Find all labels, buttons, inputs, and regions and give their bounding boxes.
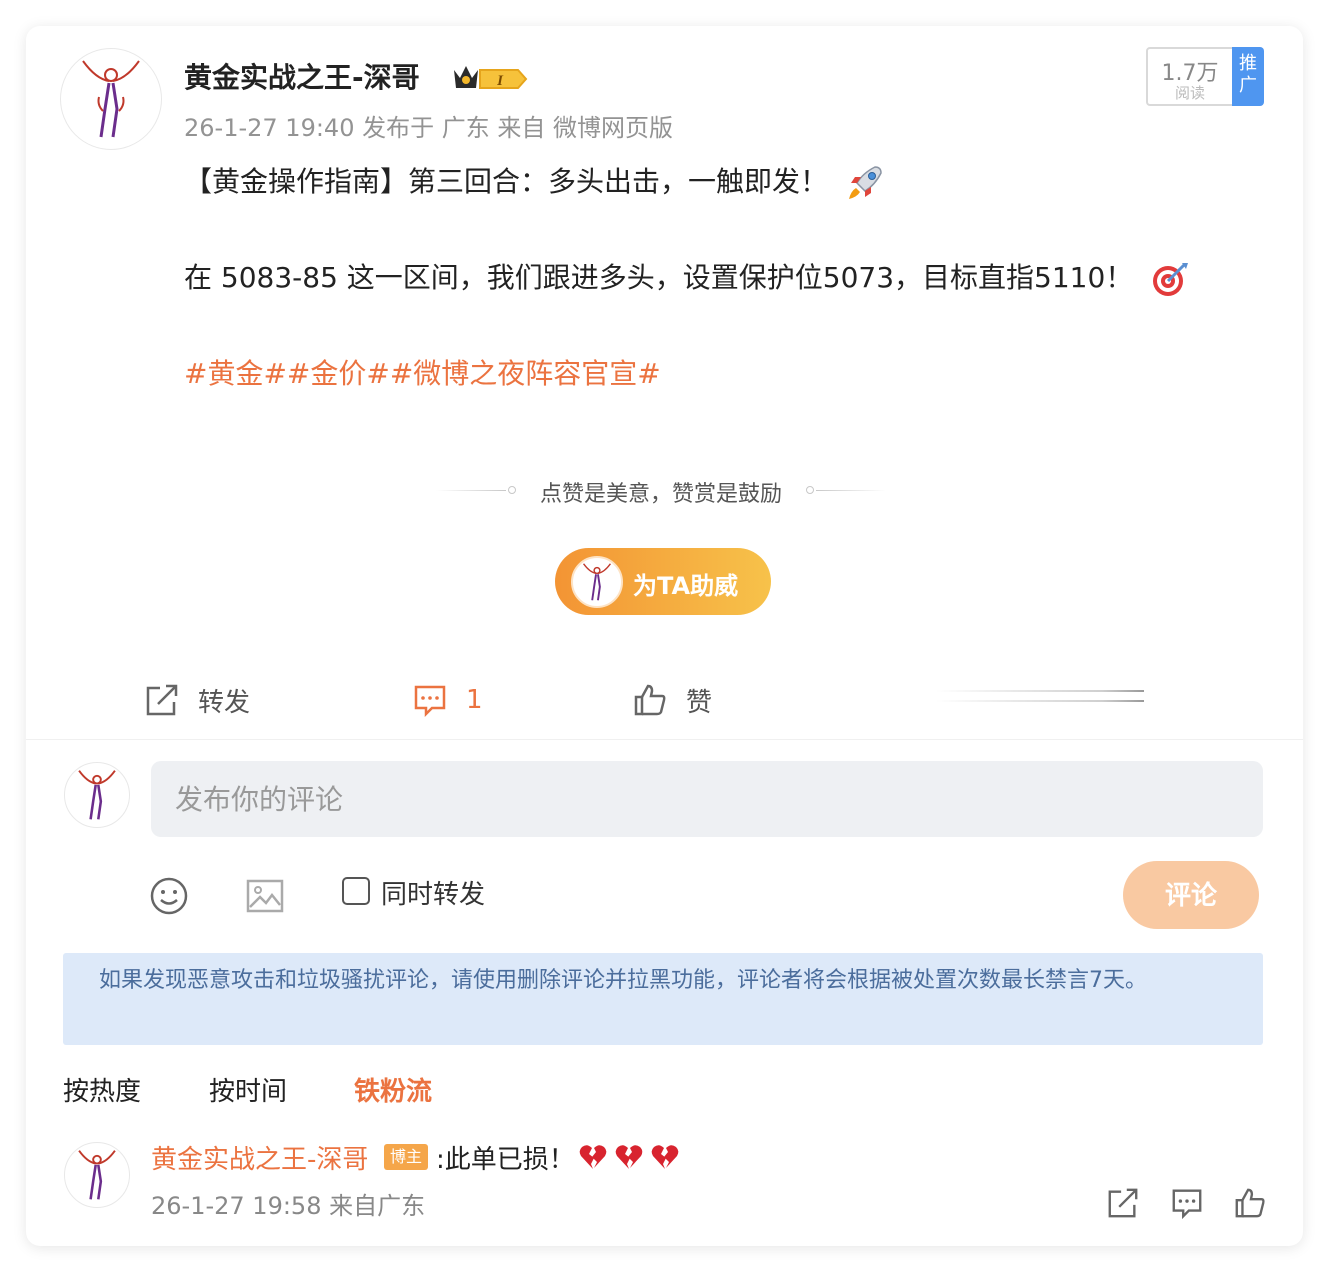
- author-badge: 博主: [384, 1144, 428, 1170]
- thumbs-up-icon: [1235, 1188, 1265, 1218]
- author-name[interactable]: 黄金实战之王-深哥: [184, 56, 420, 96]
- crown-badge-icon: I: [454, 66, 528, 89]
- figure-avatar-icon: [82, 60, 140, 138]
- reply-text: :此单已损！: [436, 1145, 575, 1175]
- tab-sort-time[interactable]: 按时间: [209, 1071, 287, 1108]
- thumbs-up-icon: [634, 684, 666, 716]
- moderation-notice: 如果发现恶意攻击和垃圾骚扰评论，请使用删除评论并拉黑功能，评论者将会根据被处置次…: [63, 953, 1263, 1045]
- smiley-icon: [150, 877, 188, 915]
- read-count-box: 1.7万 阅读 推广: [1146, 47, 1264, 106]
- reward-divider-right: [816, 490, 886, 491]
- share-icon: [1108, 1188, 1138, 1218]
- figure-avatar-icon: [78, 1150, 116, 1200]
- section-divider: [26, 739, 1303, 740]
- comment-icon: [1172, 1189, 1202, 1220]
- support-label: 为TA助威: [633, 572, 739, 600]
- post-meta: 26-1-27 19:40 发布于 广东 来自 微博网页版: [184, 114, 673, 142]
- rocket-icon: [848, 166, 882, 199]
- tab-sort-hot[interactable]: 按热度: [63, 1071, 141, 1108]
- reward-prompt: 点赞是美意，赞赏是鼓励: [436, 476, 886, 507]
- reward-dot-right: [806, 486, 814, 494]
- repost-button[interactable]: 转发: [144, 676, 250, 724]
- comment-count: 1: [466, 685, 483, 715]
- tab-sort-fans[interactable]: 铁粉流: [354, 1071, 432, 1108]
- broken-hearts: [578, 1142, 686, 1172]
- badge-level: I: [496, 73, 504, 89]
- comment-icon: [414, 685, 446, 718]
- author-avatar[interactable]: [60, 48, 162, 150]
- reply-meta: 26-1-27 19:58 来自广东: [151, 1192, 426, 1220]
- comment-input[interactable]: [151, 761, 1263, 837]
- also-repost-checkbox[interactable]: [342, 877, 370, 905]
- also-repost-label[interactable]: 同时转发: [381, 874, 485, 911]
- reply-comment-button[interactable]: [1170, 1186, 1204, 1220]
- support-avatar: [571, 556, 623, 608]
- repost-label: 转发: [198, 687, 251, 718]
- like-button[interactable]: 赞: [632, 676, 712, 724]
- figure-avatar-icon: [78, 770, 116, 820]
- reply-username[interactable]: 黄金实战之王-深哥: [151, 1139, 368, 1176]
- reply-like-button[interactable]: [1233, 1186, 1267, 1220]
- my-avatar[interactable]: [64, 762, 130, 828]
- post-text-line-2: 在 5083-85 这一区间，我们跟进多头，设置保护位5073，目标直指5110…: [184, 256, 1190, 299]
- figure-avatar-icon: [582, 563, 612, 601]
- blurred-decoration: [936, 690, 1144, 712]
- promote-button[interactable]: 推广: [1232, 47, 1264, 106]
- reply-repost-button[interactable]: [1106, 1186, 1140, 1220]
- support-button[interactable]: 为TA助威: [555, 548, 771, 615]
- post-text-2: 在 5083-85 这一区间，我们跟进多头，设置保护位5073，目标直指5110…: [184, 261, 1134, 294]
- share-icon: [146, 684, 178, 716]
- broken-heart-icon: [651, 1145, 679, 1169]
- reward-text: 点赞是美意，赞赏是鼓励: [539, 482, 782, 507]
- post-card: 黄金实战之王-深哥 I 26-1-27 19:40 发布于 广东 来自 微博网页…: [26, 26, 1303, 1246]
- target-icon: [1153, 263, 1189, 296]
- read-label: 阅读: [1174, 84, 1205, 102]
- image-icon: [246, 879, 284, 913]
- comment-button[interactable]: 1: [412, 676, 483, 724]
- hashtag-links[interactable]: #黄金##金价##微博之夜阵容官宣#: [184, 352, 661, 392]
- like-label: 赞: [686, 687, 713, 718]
- reply-avatar[interactable]: [64, 1142, 130, 1208]
- image-upload-button[interactable]: [245, 876, 285, 916]
- broken-heart-icon: [579, 1145, 607, 1169]
- emoji-button[interactable]: [149, 876, 189, 916]
- post-text-line-1: 【黄金操作指南】第三回合：多头出击，一触即发！: [184, 160, 885, 203]
- submit-comment-button[interactable]: 评论: [1123, 861, 1259, 929]
- post-text-1: 【黄金操作指南】第三回合：多头出击，一触即发！: [184, 165, 829, 198]
- broken-heart-icon: [615, 1145, 643, 1169]
